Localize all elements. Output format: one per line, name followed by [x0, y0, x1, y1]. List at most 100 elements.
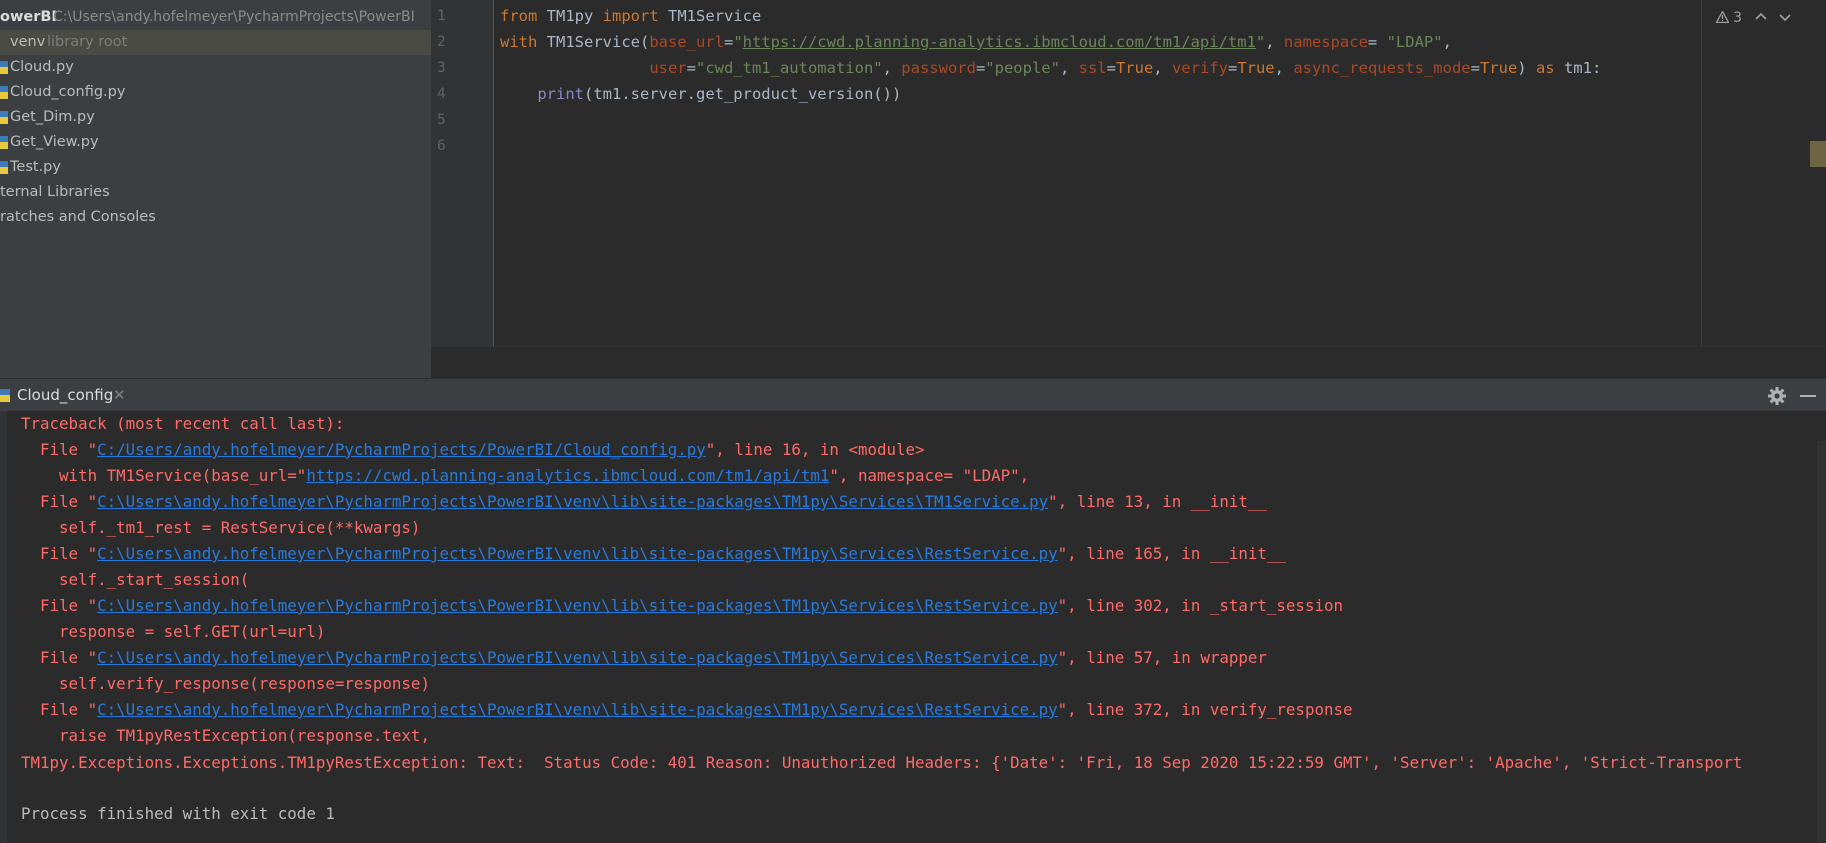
- tab-cloud-config[interactable]: Cloud_config ✕: [0, 379, 135, 412]
- traceback-frame: File "C:/Users/andy.hofelmeyer/PycharmPr…: [21, 437, 925, 463]
- frame-suffix: ", line 302, in _start_session: [1057, 596, 1343, 615]
- keyword: import: [602, 7, 659, 25]
- file-label: Cloud.py: [10, 59, 74, 75]
- file-link[interactable]: C:\Users\andy.hofelmeyer\PycharmProjects…: [97, 544, 1058, 563]
- frame-prefix: File ": [21, 700, 98, 719]
- console-gutter: [0, 411, 7, 843]
- comma: ,: [1059, 59, 1079, 77]
- frame-prefix: File ": [21, 544, 98, 563]
- warning-icon: [1715, 10, 1730, 24]
- tree-item-venv[interactable]: venv library root: [0, 30, 431, 55]
- operator: =: [1470, 59, 1480, 77]
- call-args: (tm1.server.get_product_version()): [584, 85, 902, 103]
- traceback-frame: File "C:\Users\andy.hofelmeyer\PycharmPr…: [21, 645, 1267, 671]
- traceback-frame: File "C:\Users\andy.hofelmeyer\PycharmPr…: [21, 489, 1267, 515]
- traceback-frame: File "C:\Users\andy.hofelmeyer\PycharmPr…: [21, 593, 1343, 619]
- tree-item-file[interactable]: Cloud_config.py: [0, 80, 431, 105]
- frame-prefix: File ": [21, 648, 98, 667]
- tree-item-file[interactable]: Cloud.py: [0, 55, 431, 80]
- chevron-down-icon[interactable]: [1779, 12, 1791, 22]
- url-link[interactable]: https://cwd.planning-analytics.ibmcloud.…: [306, 466, 829, 485]
- exception-message: TM1py.Exceptions.Exceptions.TM1pyRestExc…: [21, 753, 1743, 772]
- library-root-note: library root: [47, 34, 128, 50]
- gear-icon[interactable]: [1767, 386, 1787, 406]
- operator: =: [1367, 33, 1378, 51]
- python-file-icon: [0, 61, 8, 74]
- tree-item-scratches[interactable]: ratches and Consoles: [0, 205, 431, 230]
- keyword: from: [500, 7, 538, 25]
- param-ssl: ssl: [1078, 59, 1107, 77]
- comma: ,: [1153, 59, 1172, 77]
- venv-label: venv: [10, 34, 46, 50]
- frame-prefix: File ": [21, 440, 98, 459]
- code-editor[interactable]: 1 2 3 4 5 6 from TM1py import TM1Service…: [431, 0, 1826, 379]
- code-line-2: with TM1Service(base_url="https://cwd.pl…: [500, 29, 1452, 55]
- project-panel: owerBI C:\Users\andy.hofelmeyer\PycharmP…: [0, 0, 431, 378]
- code-line-1: from TM1py import TM1Service: [500, 3, 761, 29]
- inspection-widget[interactable]: 3: [1715, 10, 1791, 26]
- python-file-icon: [0, 389, 10, 402]
- param-password: password: [901, 59, 976, 77]
- file-label: Get_View.py: [10, 134, 99, 150]
- traceback-code: raise TM1pyRestException(response.text,: [21, 726, 430, 745]
- traceback-frame: File "C:\Users\andy.hofelmeyer\PycharmPr…: [21, 697, 1353, 723]
- tree-item-file[interactable]: Get_View.py: [0, 130, 431, 155]
- keyword: as: [1535, 59, 1555, 77]
- close-icon[interactable]: ✕: [113, 379, 126, 412]
- line-number: 3: [437, 60, 446, 76]
- console-scrollbar[interactable]: [1817, 441, 1826, 843]
- file-label: Test.py: [10, 159, 61, 175]
- frame-suffix: ", line 16, in <module>: [705, 440, 925, 459]
- async-value: True: [1479, 59, 1518, 77]
- code-prefix: with TM1Service(base_url=": [21, 466, 307, 485]
- comma: ,: [1265, 33, 1284, 51]
- frame-suffix: ", line 372, in verify_response: [1057, 700, 1353, 719]
- operator: =: [1106, 59, 1116, 77]
- comma: ,: [1274, 59, 1294, 77]
- python-file-icon: [0, 136, 8, 149]
- traceback-code: self._tm1_rest = RestService(**kwargs): [21, 518, 421, 537]
- chevron-up-icon[interactable]: [1754, 12, 1767, 22]
- code-line-3: user="cwd_tm1_automation", password="peo…: [500, 55, 1601, 81]
- tree-item-external-libraries[interactable]: ternal Libraries: [0, 180, 431, 205]
- file-link[interactable]: C:\Users\andy.hofelmeyer\PycharmProjects…: [97, 648, 1058, 667]
- line-number: 1: [437, 8, 446, 24]
- line-number: 2: [437, 34, 446, 50]
- python-file-icon: [0, 111, 8, 124]
- param-user: user: [649, 59, 687, 77]
- class-name: TM1Service: [658, 7, 762, 25]
- run-panel-header: Cloud_config ✕: [0, 378, 1826, 412]
- minimize-icon[interactable]: [1800, 395, 1816, 397]
- traceback-header: Traceback (most recent call last):: [21, 414, 345, 433]
- project-root-path: C:\Users\andy.hofelmeyer\PycharmProjects…: [53, 9, 415, 25]
- inspection-count: 3: [1733, 10, 1743, 26]
- traceback-code: self._start_session(: [21, 570, 250, 589]
- url-link[interactable]: https://cwd.planning-analytics.ibmcloud.…: [743, 33, 1256, 51]
- verify-value: True: [1237, 59, 1275, 77]
- project-root-row[interactable]: owerBI C:\Users\andy.hofelmeyer\PycharmP…: [0, 5, 431, 30]
- call: TM1Service(: [537, 33, 650, 51]
- alias: tm1:: [1554, 59, 1602, 77]
- frame-prefix: File ": [21, 492, 98, 511]
- run-console[interactable]: Traceback (most recent call last): File …: [0, 411, 1826, 843]
- operator: =: [723, 33, 734, 51]
- file-link[interactable]: C:/Users/andy.hofelmeyer/PycharmProjects…: [97, 440, 706, 459]
- file-link[interactable]: C:\Users\andy.hofelmeyer\PycharmProjects…: [97, 492, 1048, 511]
- file-link[interactable]: C:\Users\andy.hofelmeyer\PycharmProjects…: [97, 596, 1058, 615]
- operator: =: [975, 59, 986, 77]
- line-number: 4: [437, 86, 446, 102]
- tree-item-file[interactable]: Test.py: [0, 155, 431, 180]
- tree-item-file[interactable]: Get_Dim.py: [0, 105, 431, 130]
- editor-bottom-strip: [431, 346, 1826, 379]
- file-link[interactable]: C:\Users\andy.hofelmeyer\PycharmProjects…: [97, 700, 1058, 719]
- scroll-marker[interactable]: [1810, 141, 1826, 167]
- frame-suffix: ", line 57, in wrapper: [1057, 648, 1267, 667]
- editor-scrollbar[interactable]: 3: [1701, 0, 1826, 346]
- param-namespace: namespace: [1283, 33, 1368, 51]
- builtin-print: print: [537, 85, 584, 103]
- quote: ": [1255, 33, 1266, 51]
- line-number: 6: [437, 138, 446, 154]
- line-number-gutter: 1 2 3 4 5 6: [431, 0, 494, 346]
